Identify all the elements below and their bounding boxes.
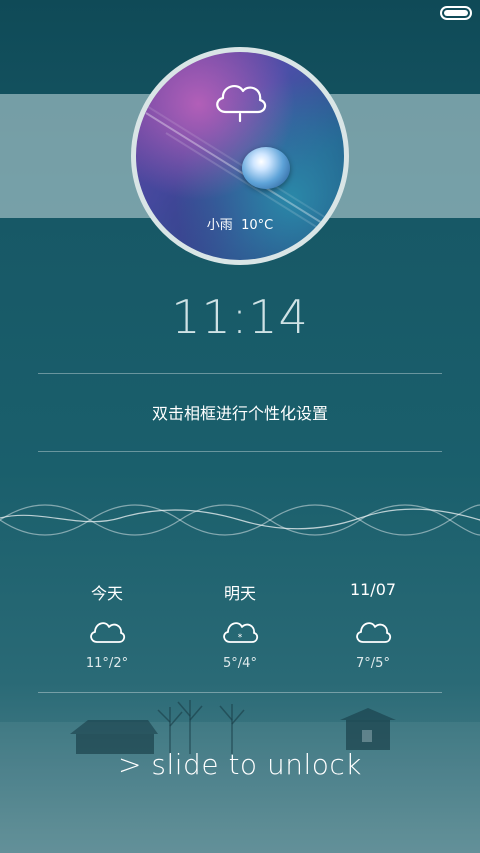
photo-frame[interactable]: 小雨 10°C [131, 47, 349, 265]
forecast-label: 今天 [90, 584, 123, 603]
clock-time: 11:14 [171, 290, 309, 344]
cloud-icon [90, 622, 126, 643]
forecast-day: 明天 * 5°/4° [180, 580, 300, 671]
cloud-snow-icon: * [223, 622, 259, 643]
cloud-rain-icon [216, 85, 267, 123]
forecast-day: 11/07 7°/5° [313, 580, 433, 671]
forecast-panel: 今天 11°/2° 明天 * 5°/4° 11/07 7°/5° [0, 580, 480, 680]
frame-hint: 双击相框进行个性化设置 [151, 404, 328, 423]
wave-decoration [0, 504, 480, 536]
cloud-icon [356, 622, 392, 643]
forecast-temp: 11°/2° [85, 656, 129, 671]
slide-to-unlock[interactable]: > slide to unlock [0, 748, 480, 781]
frame-weather-readout: 小雨 10°C [136, 214, 344, 233]
forecast-temp: 5°/4° [223, 656, 257, 671]
forecast-label: 11/07 [349, 580, 397, 599]
forecast-day: 今天 11°/2° [47, 580, 167, 671]
divider [38, 451, 442, 452]
weather-temperature: 10°C [241, 218, 274, 233]
svg-text:*: * [238, 633, 243, 643]
divider [38, 373, 442, 374]
forecast-label: 明天 [223, 584, 256, 603]
forecast-temp: 7°/5° [356, 656, 390, 671]
weather-condition: 小雨 [206, 218, 233, 233]
water-droplet [242, 147, 290, 189]
battery-icon [440, 6, 472, 20]
